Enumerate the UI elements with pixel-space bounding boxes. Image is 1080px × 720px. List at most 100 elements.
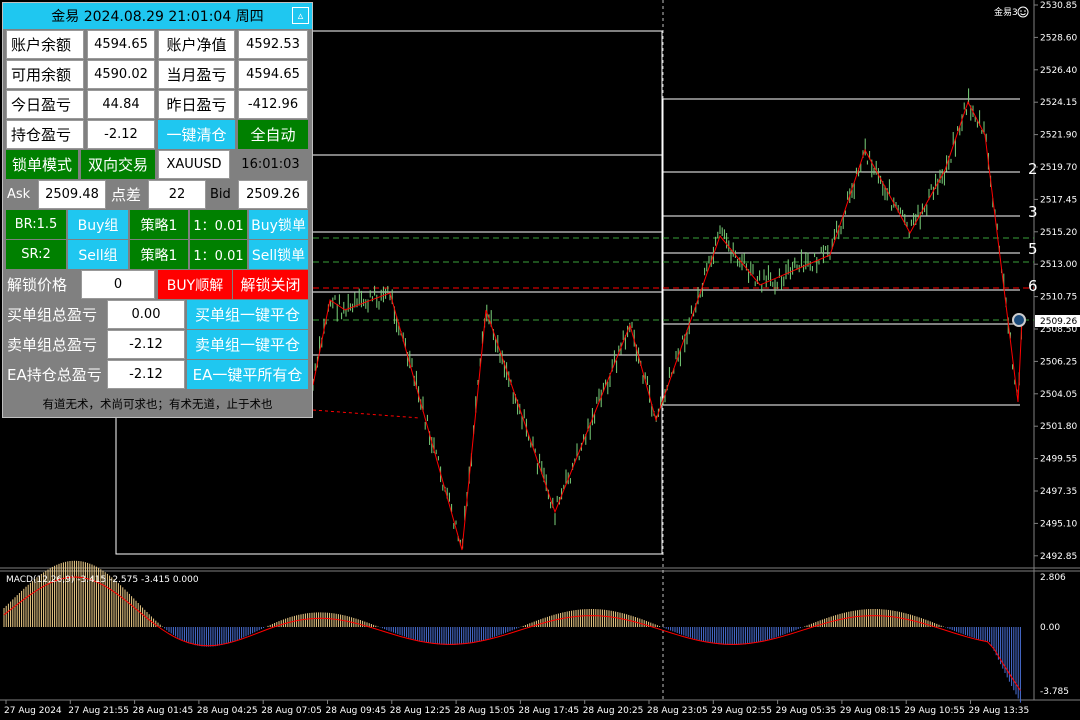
- ea-total-value: -2.12: [107, 360, 185, 389]
- macd-label: MACD(12,26,9) -3.415 -2.575 -3.415 0.000: [6, 575, 199, 585]
- bid-label: Bid: [210, 187, 231, 202]
- buy-unlock-button[interactable]: BUY顺解: [158, 270, 232, 299]
- price-tick-label: 2521.90: [1040, 131, 1077, 141]
- unlock-price-label: 解锁价格: [7, 276, 68, 294]
- price-tick-label: 2513.00: [1040, 260, 1077, 270]
- buy-strategy-button[interactable]: 策略1: [130, 210, 188, 239]
- price-tick-label: 2499.55: [1040, 455, 1077, 465]
- buy-lot-ratio[interactable]: 1：0.01: [190, 210, 247, 239]
- price-tick-label: 2492.85: [1040, 552, 1077, 562]
- time-axis: 27 Aug 2024 27 Aug 21:55 28 Aug 01:45 28 Au…: [4, 700, 1029, 716]
- panel-title: 金易 2024.08.29 21:01:04 周四: [3, 3, 312, 29]
- collapse-icon[interactable]: ▵: [292, 7, 309, 24]
- time-tick-label: 28 Aug 15:05: [454, 706, 515, 716]
- buy-group-button[interactable]: Buy组: [68, 210, 128, 239]
- price-tick-label: 2508.50: [1040, 325, 1077, 335]
- price-tick-label: 2526.40: [1040, 66, 1077, 76]
- spread-label: 点差: [111, 186, 142, 204]
- sell-ratio-button[interactable]: SR:2: [6, 240, 66, 269]
- level-label-2: 2: [1028, 160, 1038, 178]
- price-tick-label: 2530.85: [1040, 1, 1077, 11]
- buy-lock-button[interactable]: Buy锁单: [249, 210, 308, 239]
- buy-ratio-button[interactable]: BR:1.5: [6, 210, 66, 239]
- equity-value: 4592.53: [238, 30, 308, 59]
- unlock-close-button[interactable]: 解锁关闭: [233, 270, 308, 299]
- time-tick-label: 27 Aug 2024: [4, 706, 62, 716]
- price-tick-label: 2524.15: [1040, 98, 1077, 108]
- spread-value: 22: [148, 180, 206, 209]
- price-tick-label: 2501.80: [1040, 422, 1077, 432]
- sell-close-all-button[interactable]: 卖单组一键平仓: [187, 330, 308, 359]
- time-tick-label: 29 Aug 13:35: [969, 706, 1030, 716]
- yesterday-pl-value: -412.96: [238, 90, 308, 119]
- sell-total-value: -2.12: [107, 330, 185, 359]
- time-tick-label: 29 Aug 08:15: [840, 706, 901, 716]
- time-tick-label: 28 Aug 01:45: [133, 706, 194, 716]
- position-pl-label: 持仓盈亏: [6, 120, 84, 149]
- balance-label: 账户余额: [6, 30, 84, 59]
- level-label-5: 5: [1028, 240, 1038, 258]
- time-tick-label: 28 Aug 17:45: [518, 706, 579, 716]
- price-bars: [312, 88, 1022, 549]
- equity-label: 账户净值: [158, 30, 235, 59]
- two-way-button[interactable]: 双向交易: [81, 150, 155, 179]
- panel-motto: 有道无术，术尚可求也；有术无道，止于术也: [42, 397, 273, 411]
- price-tick-label: 2495.10: [1040, 519, 1077, 529]
- macd-axis-min: -3.785: [1040, 687, 1069, 697]
- level-label-6: 6: [1028, 277, 1038, 295]
- bid-value: 2509.26: [238, 180, 308, 209]
- sell-lot-ratio[interactable]: 1：0.01: [190, 240, 247, 269]
- red-dash-trend: [312, 409, 421, 419]
- time-tick-label: 28 Aug 12:25: [390, 706, 451, 716]
- time-tick-label: 28 Aug 09:45: [326, 706, 387, 716]
- price-axis: 2530.85 2528.60 2526.40 2524.15 2521.90 2519.…: [1034, 1, 1077, 562]
- symbol-field[interactable]: XAUUSD: [158, 150, 230, 179]
- position-pl-value: -2.12: [87, 120, 155, 149]
- month-pl-label: 当月盈亏: [158, 60, 235, 89]
- sell-strategy-button[interactable]: 策略1: [130, 240, 188, 269]
- balance-value: 4594.65: [87, 30, 155, 59]
- macd-axis-zero: 0.00: [1040, 623, 1060, 633]
- today-pl-label: 今日盈亏: [6, 90, 84, 119]
- free-margin-value: 4590.02: [87, 60, 155, 89]
- buy-total-label: 买单组总盈亏: [7, 306, 98, 324]
- level-label-3: 3: [1028, 203, 1038, 221]
- time-tick-label: 28 Aug 07:05: [261, 706, 322, 716]
- macd-axis-max: 2.806: [1040, 573, 1066, 583]
- buy-close-all-button[interactable]: 买单组一键平仓: [187, 300, 308, 329]
- sell-group-button[interactable]: Sell组: [68, 240, 128, 269]
- panel-title-text: 金易 2024.08.29 21:01:04 周四: [51, 9, 264, 25]
- time-tick-label: 29 Aug 10:55: [904, 706, 965, 716]
- macd-signal-line: [3, 576, 1021, 691]
- price-tick-label: 2515.20: [1040, 228, 1077, 238]
- smiley-icon[interactable]: [1017, 6, 1029, 18]
- price-cursor-icon[interactable]: [1012, 313, 1026, 327]
- lock-mode-button[interactable]: 锁单模式: [6, 150, 78, 179]
- buy-total-value: 0.00: [107, 300, 185, 329]
- price-tick-label: 2504.05: [1040, 390, 1077, 400]
- ea-tag: 金易3: [994, 6, 1018, 18]
- unlock-price-input[interactable]: 0: [81, 270, 155, 299]
- trading-panel: 金易 2024.08.29 21:01:04 周四 ▵ 账户余额 4594.65…: [2, 2, 313, 418]
- ea-total-label: EA持仓总盈亏: [7, 366, 102, 384]
- time-tick-label: 29 Aug 02:55: [711, 706, 772, 716]
- close-all-button[interactable]: 一键清仓: [158, 120, 235, 149]
- time-tick-label: 28 Aug 04:25: [197, 706, 258, 716]
- ask-value: 2509.48: [38, 180, 106, 209]
- month-pl-value: 4594.65: [238, 60, 308, 89]
- ea-close-all-button[interactable]: EA一键平所有仓: [187, 360, 308, 389]
- price-tick-label: 2497.35: [1040, 487, 1077, 497]
- free-margin-label: 可用余额: [6, 60, 84, 89]
- time-tick-label: 28 Aug 20:25: [583, 706, 644, 716]
- price-tick-label: 2519.70: [1040, 163, 1077, 173]
- sell-lock-button[interactable]: Sell锁单: [249, 240, 308, 269]
- smiley-eye-left: [1020, 10, 1022, 12]
- time-tick-label: 27 Aug 21:55: [68, 706, 129, 716]
- price-tick-label: 2510.75: [1040, 293, 1077, 303]
- time-tick-label: 29 Aug 05:35: [776, 706, 837, 716]
- auto-button[interactable]: 全自动: [238, 120, 308, 149]
- smiley-mouth: [1020, 13, 1026, 16]
- price-tick-label: 2528.60: [1040, 33, 1077, 43]
- price-tick-label: 2506.25: [1040, 357, 1077, 367]
- server-time: 16:01:03: [241, 157, 300, 172]
